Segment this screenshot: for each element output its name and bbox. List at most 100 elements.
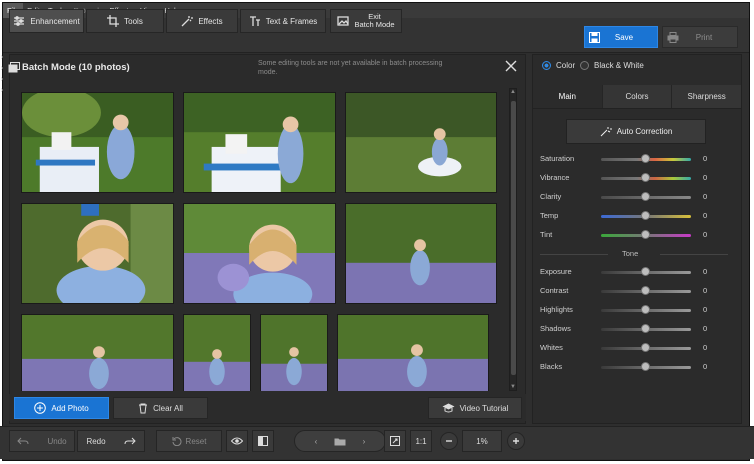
floppy-icon [585,31,603,43]
save-button[interactable]: Save [584,26,658,48]
print-button[interactable]: Print [662,26,738,48]
scroll-down-icon[interactable]: ▼ [510,384,516,390]
photo-thumbnail[interactable] [183,203,336,304]
print-label: Print [695,32,713,42]
slider-value: 0 [703,230,708,239]
slider-clarity[interactable]: Clarity 0 [540,191,740,203]
color-mode-label: Color [556,61,576,70]
photo-thumbnail[interactable] [337,314,489,391]
slider-blacks[interactable]: Blacks 0 [540,361,740,373]
zoom-level-field[interactable]: 1% [462,430,502,452]
slider-value: 0 [703,286,708,295]
slider-handle[interactable] [641,305,650,314]
exit-batch-mode-button[interactable]: Exit Batch Mode [330,9,402,33]
slider-value: 0 [703,154,708,163]
slider-handle[interactable] [641,173,650,182]
radio-icon [580,61,589,70]
clear-all-button[interactable]: Clear All [113,397,208,419]
photo-grid-scrollbar[interactable]: ▲ ▼ [509,88,517,391]
scroll-up-icon[interactable]: ▲ [510,89,516,95]
video-tutorial-button[interactable]: Video Tutorial [428,397,522,419]
adjustment-tabs: Main Colors Sharpness [533,85,742,109]
magic-wand-icon [181,16,194,27]
video-tutorial-label: Video Tutorial [459,403,509,413]
slider-handle[interactable] [641,267,650,276]
slider-label: Blacks [540,362,563,371]
redo-button[interactable]: Redo [77,430,145,452]
tab-text-frames[interactable]: Text & Frames [240,9,326,33]
slider-handle[interactable] [641,362,650,371]
auto-correction-button[interactable]: Auto Correction [566,119,706,144]
tab-tools[interactable]: Tools [86,9,164,33]
tab-enhancement-label: Enhancement [30,16,80,26]
fit-screen-button[interactable] [384,430,406,452]
slider-highlights[interactable]: Highlights 0 [540,304,740,316]
split-view-icon [258,436,268,446]
tab-main[interactable]: Main [533,85,603,108]
batch-title: Batch Mode (10 photos) [22,62,130,73]
tab-colors[interactable]: Colors [602,85,673,108]
slider-contrast[interactable]: Contrast 0 [540,285,740,297]
chevron-right-icon: › [1,87,4,94]
slider-value: 0 [703,343,708,352]
slider-label: Whites [540,343,563,352]
slider-shadows[interactable]: Shadows 0 [540,323,740,335]
photo-thumbnail[interactable] [21,314,174,391]
slider-label: Contrast [540,286,569,295]
actual-size-button[interactable]: 1:1 [410,430,432,452]
chevron-right-icon[interactable]: › [350,437,378,446]
slider-handle[interactable] [641,230,650,239]
folder-icon[interactable] [334,437,346,446]
photo-thumbnail[interactable] [345,92,497,193]
photo-thumbnail[interactable] [183,314,251,391]
tab-enhancement[interactable]: Enhancement [9,9,84,33]
close-icon[interactable] [504,59,518,73]
slider-handle[interactable] [641,324,650,333]
slider-saturation[interactable]: Saturation 0 [540,153,740,165]
slider-value: 0 [703,211,708,220]
zoom-out-button[interactable] [440,432,458,450]
undo-button[interactable]: Undo [9,430,75,452]
text-icon [249,16,260,26]
reset-button[interactable]: Reset [156,430,222,452]
slider-handle[interactable] [641,343,650,352]
slider-handle[interactable] [641,286,650,295]
slider-handle[interactable] [641,154,650,163]
slider-value: 0 [703,362,708,371]
photo-thumbnail[interactable] [260,314,328,391]
photo-thumbnail[interactable] [183,92,336,193]
save-label: Save [614,32,634,42]
slider-handle[interactable] [641,192,650,201]
chevron-left-icon[interactable]: ‹ [302,437,330,446]
slider-whites[interactable]: Whites 0 [540,342,740,354]
chevron-right-icon: › [1,65,4,72]
slider-temp[interactable]: Temp 0 [540,210,740,222]
zoom-in-button[interactable] [507,432,525,450]
slider-tint[interactable]: Tint 0 [540,229,740,241]
tone-section-header: Tone [540,249,730,259]
slider-exposure[interactable]: Exposure 0 [540,266,740,278]
tab-effects-label: Effects [198,16,223,26]
reset-label: Reset [185,436,207,446]
exit-batch-label: Exit Batch Mode [354,13,394,29]
tab-effects[interactable]: Effects [166,9,238,33]
eye-icon [231,437,243,445]
slider-label: Temp [540,211,559,220]
add-photo-button[interactable]: Add Photo [14,397,109,419]
photo-thumbnail[interactable] [345,203,497,304]
photo-thumbnail[interactable] [21,92,174,193]
bw-mode-radio[interactable]: Black & White [580,61,644,70]
preview-button[interactable] [226,430,248,452]
photo-thumbnail[interactable] [21,203,174,304]
collapsed-sidebar[interactable]: › › › › [0,52,8,152]
slider-vibrance[interactable]: Vibrance 0 [540,172,740,184]
scroll-thumb[interactable] [511,101,516,375]
color-mode-radio[interactable]: Color [542,61,575,70]
tab-text-frames-label: Text & Frames [265,16,318,26]
slider-handle[interactable] [641,211,650,220]
compare-button[interactable] [252,430,274,452]
slider-value: 0 [703,192,708,201]
tab-sharpness[interactable]: Sharpness [672,85,742,108]
slider-label: Tint [540,230,553,239]
auto-correction-label: Auto Correction [616,127,673,136]
